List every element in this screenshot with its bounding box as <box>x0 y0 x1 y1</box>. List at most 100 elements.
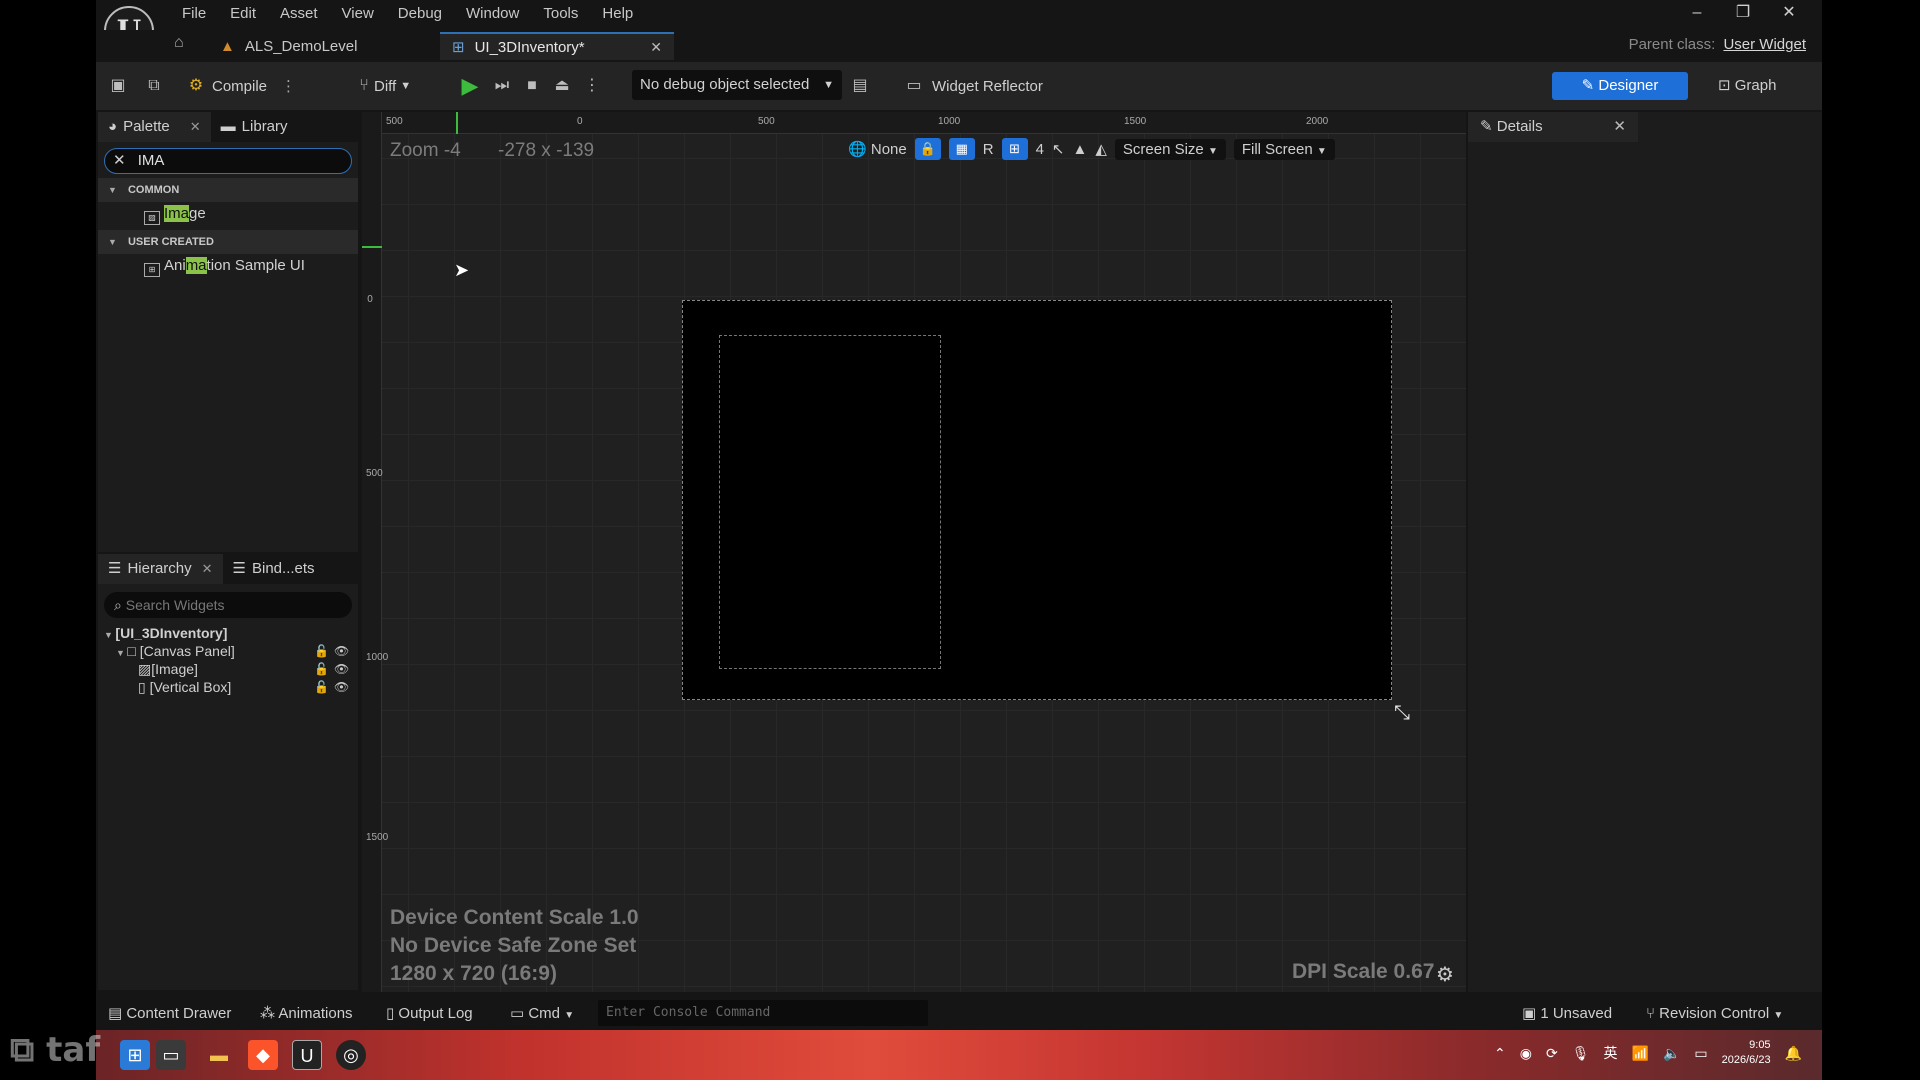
stop-button[interactable]: ■ <box>522 72 542 100</box>
tree-item-root[interactable]: ▼ [UI_3DInventory] <box>98 624 358 642</box>
play-button[interactable]: ▶ <box>460 72 480 100</box>
wifi-icon[interactable]: 📶 <box>1632 1045 1649 1062</box>
tab-details[interactable]: ✎ Details ✕ <box>1468 112 1638 142</box>
canvas-panel-icon: □ <box>127 643 140 659</box>
diff-button[interactable]: ⑂ Diff ▼ <box>354 72 411 100</box>
step-button[interactable]: ⏭ <box>492 72 512 100</box>
menu-asset[interactable]: Asset <box>268 4 330 24</box>
epic-launcher-icon[interactable]: ◎ <box>336 1040 366 1070</box>
clear-search-icon[interactable]: ✕ <box>113 152 126 169</box>
close-tab-icon[interactable]: ✕ <box>202 554 213 584</box>
debug-object-select[interactable]: No debug object selected ▼ <box>632 70 842 100</box>
revision-control-button[interactable]: ⑂ Revision Control ▼ <box>1646 1004 1783 1024</box>
fill-screen-dropdown[interactable]: Fill Screen ▼ <box>1233 138 1335 160</box>
unreal-engine-taskbar-icon[interactable]: U <box>292 1040 322 1070</box>
palette-search-input[interactable]: ✕ IMA <box>104 148 352 174</box>
image-widget-outline[interactable] <box>719 335 941 669</box>
visibility-eye-icon[interactable]: 👁 <box>334 678 349 696</box>
tab-palette[interactable]: ◕ Palette ✕ <box>98 112 211 142</box>
lock-icon[interactable]: 🔓 <box>314 642 329 660</box>
tray-overflow-icon[interactable]: ⌃ <box>1494 1045 1506 1062</box>
tray-sync-icon[interactable]: ⟳ <box>1546 1045 1558 1062</box>
parent-class-link[interactable]: User Widget <box>1723 36 1806 53</box>
menu-view[interactable]: View <box>330 4 386 24</box>
tab-library[interactable]: ▬ Library <box>211 112 298 142</box>
debug-browse-button[interactable]: ▤ <box>850 72 870 100</box>
tab-bindings[interactable]: ☰ Bind...ets <box>223 554 325 584</box>
menu-window[interactable]: Window <box>454 4 531 24</box>
lock-icon[interactable]: 🔓 <box>314 660 329 678</box>
widget-canvas[interactable] <box>682 300 1392 700</box>
designer-mode-button[interactable]: ✎ Designer <box>1552 72 1688 100</box>
compile-options-icon[interactable]: ⋮ <box>281 77 296 95</box>
tree-item-vertical-box[interactable]: ▯ [Vertical Box] 🔓 👁 <box>98 678 358 696</box>
category-common[interactable]: ▼ COMMON <box>98 178 358 202</box>
close-tab-icon[interactable]: ✕ <box>190 112 201 142</box>
lock-icon[interactable]: 🔓 <box>314 678 329 696</box>
grid-size[interactable]: 4 <box>1036 141 1044 158</box>
parent-class: Parent class: User Widget <box>1629 36 1806 53</box>
window-switcher-icon[interactable]: ▭ <box>156 1040 186 1070</box>
image-preview-icon[interactable]: ▲ <box>1072 141 1087 158</box>
menu-tools[interactable]: Tools <box>531 4 590 24</box>
search-widgets-input[interactable]: ⌕ Search Widgets <box>104 592 352 618</box>
localization-preview-button[interactable]: 🌐 None <box>848 140 907 158</box>
menu-file[interactable]: File <box>170 4 218 24</box>
chevron-down-icon: ▼ <box>1773 1010 1784 1021</box>
graph-mode-button[interactable]: ⊡ Graph <box>1718 72 1776 100</box>
close-window-icon[interactable]: ✕ <box>1766 2 1812 24</box>
save-button[interactable]: ▣ <box>108 72 128 100</box>
tree-item-canvas-panel[interactable]: ▼ □ [Canvas Panel] 🔓 👁 <box>98 642 358 660</box>
tab-als-demolevel[interactable]: ▲ ALS_DemoLevel <box>208 32 438 60</box>
screen-size-dropdown[interactable]: Screen Size ▼ <box>1114 138 1226 160</box>
home-icon[interactable]: ⌂ <box>174 34 184 52</box>
respect-locks-toggle[interactable]: 🔒 <box>914 138 941 160</box>
grid-snap-toggle[interactable]: ⊞ <box>1001 138 1028 160</box>
designer-viewport[interactable]: 500 0 500 1000 1500 2000 0 500 1000 1500… <box>362 112 1466 992</box>
ime-indicator[interactable]: 英 <box>1604 1043 1618 1063</box>
menu-debug[interactable]: Debug <box>386 4 454 24</box>
clock[interactable]: 9:05 2026/6/23 <box>1722 1038 1771 1068</box>
brave-browser-icon[interactable]: ◆ <box>248 1040 278 1070</box>
visibility-eye-icon[interactable]: 👁 <box>334 642 349 660</box>
tree-item-image[interactable]: ▨[Image] 🔓 👁 <box>98 660 358 678</box>
start-icon[interactable]: ⊞ <box>120 1040 150 1070</box>
browse-button[interactable]: ⧉ <box>144 72 164 100</box>
status-bar: ▤ Content Drawer ⁂ Animations ▯ Output L… <box>96 996 1822 1030</box>
gear-icon[interactable]: ⚙ <box>1436 962 1454 987</box>
menu-help[interactable]: Help <box>590 4 645 24</box>
r-toggle[interactable]: R <box>983 141 994 158</box>
file-explorer-icon[interactable]: ▬ <box>204 1040 234 1070</box>
resize-handle-icon[interactable]: ⤡ <box>1394 702 1410 725</box>
restore-icon[interactable]: ❐ <box>1720 2 1766 24</box>
palette-item-image[interactable]: ▨ Image <box>98 202 358 226</box>
menu-edit[interactable]: Edit <box>218 4 268 24</box>
console-command-input[interactable]: Enter Console Command <box>598 1000 928 1026</box>
close-tab-icon[interactable]: ✕ <box>650 39 662 56</box>
battery-icon[interactable]: ▭ <box>1694 1045 1707 1062</box>
eject-button[interactable]: ⏏ <box>552 72 572 100</box>
layout-toggle[interactable]: ▦ <box>948 138 975 160</box>
volume-icon[interactable]: 🔈 <box>1663 1045 1680 1062</box>
tab-hierarchy[interactable]: ☰ Hierarchy ✕ <box>98 554 223 584</box>
palette-item-animation-sample-ui[interactable]: ⊞ Animation Sample UI <box>98 254 358 278</box>
category-user-created[interactable]: ▼ USER CREATED <box>98 230 358 254</box>
tray-app-icon[interactable]: ◉ <box>1520 1045 1532 1062</box>
visibility-eye-icon[interactable]: 👁 <box>334 660 349 678</box>
ruler-label: 500 <box>758 116 775 127</box>
compile-button[interactable]: ⚙ Compile ⋮ <box>186 72 296 100</box>
cmd-dropdown[interactable]: ▭ Cmd ▼ <box>510 1004 574 1024</box>
minimize-icon[interactable]: – <box>1674 2 1720 24</box>
content-drawer-button[interactable]: ▤ Content Drawer <box>108 1004 231 1024</box>
tab-ui-3dinventory[interactable]: ⊞ UI_3DInventory* ✕ <box>440 32 674 60</box>
flip-icon[interactable]: ◭ <box>1095 140 1107 158</box>
unsaved-button[interactable]: ▣ 1 Unsaved <box>1522 1004 1612 1024</box>
widget-reflector-button[interactable]: ▭ Widget Reflector <box>904 72 1042 100</box>
close-tab-icon[interactable]: ✕ <box>1613 112 1626 142</box>
animations-button[interactable]: ⁂ Animations <box>260 1004 353 1024</box>
cursor-tool-icon[interactable]: ↖ <box>1052 140 1065 158</box>
microphone-icon[interactable]: 🎙 <box>1572 1045 1590 1062</box>
play-options-button[interactable]: ⋮ <box>582 72 602 100</box>
output-log-button[interactable]: ▯ Output Log <box>386 1004 473 1024</box>
notification-icon[interactable]: 🔔 <box>1785 1045 1802 1062</box>
